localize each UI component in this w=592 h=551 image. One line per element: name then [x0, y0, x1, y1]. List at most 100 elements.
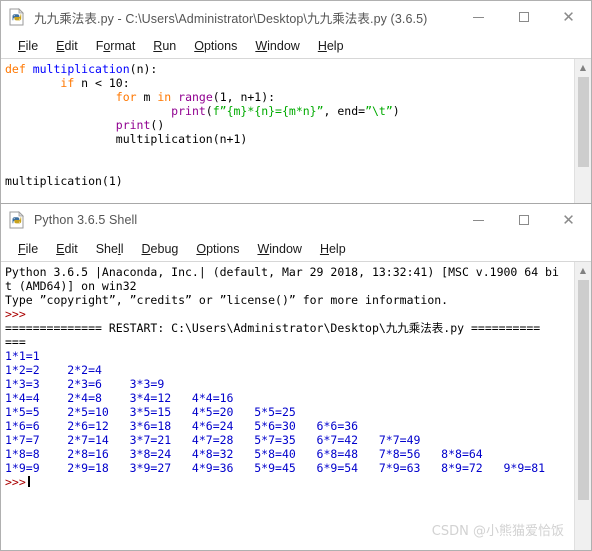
editor-minimize-button[interactable]: [456, 1, 501, 33]
code-token: 1*7=7 2*7=14 3*7=21 4*7=28 5*7=35 6*7=42…: [5, 433, 421, 447]
code-token: Python 3.6.5 |Anaconda, Inc.| (default, …: [5, 265, 559, 279]
shell-output-area[interactable]: Python 3.6.5 |Anaconda, Inc.| (default, …: [1, 262, 574, 550]
editor-code-area[interactable]: def multiplication(n): if n < 10: for m …: [1, 59, 574, 203]
code-token: if: [60, 76, 75, 90]
shell-scroll-thumb[interactable]: [577, 280, 589, 500]
shell-menu-help[interactable]: Help: [311, 242, 355, 256]
code-line: def multiplication(n):: [5, 62, 574, 76]
code-token: range: [178, 90, 213, 104]
code-token: 1*5=5 2*5=10 3*5=15 4*5=20 5*5=25: [5, 405, 296, 419]
code-line: for m in range(1, n+1):: [5, 90, 574, 104]
shell-menu-shell[interactable]: Shell: [87, 242, 133, 256]
code-token: t (AMD64)] on win32: [5, 279, 137, 293]
code-token: 1*1=1: [5, 349, 40, 363]
shell-maximize-button[interactable]: [501, 204, 546, 236]
code-token: (n):: [129, 62, 158, 76]
code-line: 1*3=3 2*3=6 3*3=9: [5, 377, 574, 391]
shell-minimize-button[interactable]: [456, 204, 501, 236]
editor-maximize-button[interactable]: [501, 1, 546, 33]
code-line: 1*2=2 2*2=4: [5, 363, 574, 377]
code-line: t (AMD64)] on win32: [5, 279, 574, 293]
shell-window-buttons: ✕: [456, 204, 591, 236]
code-token: f”{m}*{n}={m*n}”: [212, 104, 324, 118]
editor-menu-help[interactable]: Help: [309, 39, 353, 53]
chevron-up-icon[interactable]: ▲: [575, 262, 592, 279]
code-token: 1*6=6 2*6=12 3*6=18 4*6=24 5*6=30 6*6=36: [5, 419, 359, 433]
chevron-up-icon[interactable]: ▲: [575, 59, 592, 76]
editor-menu-edit[interactable]: Edit: [47, 39, 87, 53]
code-token: 1*8=8 2*8=16 3*8=24 4*8=32 5*8=40 6*8=48…: [5, 447, 483, 461]
editor-titlebar[interactable]: 九九乘法表.py - C:\Users\Administrator\Deskto…: [1, 1, 591, 33]
code-token: multiplication(1): [5, 174, 123, 188]
editor-close-button[interactable]: ✕: [546, 1, 591, 33]
editor-scroll-thumb[interactable]: [577, 77, 589, 167]
code-token: 1*2=2 2*2=4: [5, 363, 102, 377]
idle-editor-window[interactable]: 九九乘法表.py - C:\Users\Administrator\Deskto…: [0, 0, 592, 204]
code-line: if n < 10:: [5, 76, 574, 90]
shell-vertical-scrollbar[interactable]: ▲: [574, 262, 591, 550]
code-token: , end=: [323, 104, 366, 118]
editor-menu-file[interactable]: File: [9, 39, 47, 53]
code-token: def: [5, 62, 33, 76]
code-line: Type ”copyright”, ”credits” or ”license(…: [5, 293, 574, 307]
code-line: multiplication(1): [5, 174, 574, 188]
editor-menu-format[interactable]: Format: [87, 39, 145, 53]
code-line: ===: [5, 335, 574, 349]
shell-menu-debug[interactable]: Debug: [133, 242, 188, 256]
code-token: ”\t”: [365, 104, 393, 118]
code-line: 1*8=8 2*8=16 3*8=24 4*8=32 5*8=40 6*8=48…: [5, 447, 574, 461]
code-token: print: [171, 104, 206, 118]
shell-close-button[interactable]: ✕: [546, 204, 591, 236]
shell-titlebar[interactable]: Python 3.6.5 Shell ✕: [1, 204, 591, 236]
shell-title-text: Python 3.6.5 Shell: [34, 213, 138, 227]
editor-menu-run[interactable]: Run: [144, 39, 185, 53]
code-line: 1*1=1: [5, 349, 574, 363]
code-token: >>>: [5, 307, 26, 321]
shell-menu-edit[interactable]: Edit: [47, 242, 87, 256]
code-token: ): [392, 104, 400, 118]
code-token: ============== RESTART: C:\Users\Adminis…: [5, 321, 541, 335]
editor-menu-options[interactable]: Options: [185, 39, 246, 53]
code-line: print(): [5, 118, 574, 132]
code-token: Type ”copyright”, ”credits” or ”license(…: [5, 293, 449, 307]
shell-menu-window[interactable]: Window: [248, 242, 310, 256]
code-token: (1, n+1):: [212, 90, 276, 104]
code-token: n < 10:: [74, 76, 130, 90]
code-token: m: [136, 90, 158, 104]
shell-menu-options[interactable]: Options: [187, 242, 248, 256]
code-line: 1*7=7 2*7=14 3*7=21 4*7=28 5*7=35 6*7=42…: [5, 433, 574, 447]
code-token: 1*3=3 2*3=6 3*3=9: [5, 377, 165, 391]
python-file-icon: [8, 8, 26, 26]
code-line: ============== RESTART: C:\Users\Adminis…: [5, 321, 574, 335]
code-line: 1*4=4 2*4=8 3*4=12 4*4=16: [5, 391, 574, 405]
shell-pane-wrap: Python 3.6.5 |Anaconda, Inc.| (default, …: [1, 262, 591, 550]
shell-menubar[interactable]: File Edit Shell Debug Options Window Hel…: [1, 236, 591, 262]
code-line: Python 3.6.5 |Anaconda, Inc.| (default, …: [5, 265, 574, 279]
code-line: 1*6=6 2*6=12 3*6=18 4*6=24 5*6=30 6*6=36: [5, 419, 574, 433]
shell-prompt-line[interactable]: >>>: [5, 475, 574, 489]
code-token: print: [115, 118, 151, 132]
idle-shell-window[interactable]: Python 3.6.5 Shell ✕ File Edit Shell Deb…: [0, 203, 592, 551]
code-line: >>>: [5, 307, 574, 321]
editor-vertical-scrollbar[interactable]: ▲: [574, 59, 591, 203]
screen: 九九乘法表.py - C:\Users\Administrator\Deskto…: [0, 0, 592, 551]
code-token: multiplication(n+1): [115, 132, 248, 146]
shell-menu-file[interactable]: File: [9, 242, 47, 256]
code-token: (): [150, 118, 165, 132]
editor-pane-wrap: def multiplication(n): if n < 10: for m …: [1, 59, 591, 203]
code-token: for: [115, 90, 137, 104]
editor-title-text: 九九乘法表.py - C:\Users\Administrator\Deskto…: [34, 11, 428, 26]
code-token: in: [157, 90, 172, 104]
editor-menubar[interactable]: File Edit Format Run Options Window Help: [1, 33, 591, 59]
code-line: 1*5=5 2*5=10 3*5=15 4*5=20 5*5=25: [5, 405, 574, 419]
code-token: ===: [5, 335, 26, 349]
editor-menu-window[interactable]: Window: [246, 39, 308, 53]
code-line: multiplication(n+1): [5, 132, 574, 146]
editor-window-buttons: ✕: [456, 1, 591, 33]
